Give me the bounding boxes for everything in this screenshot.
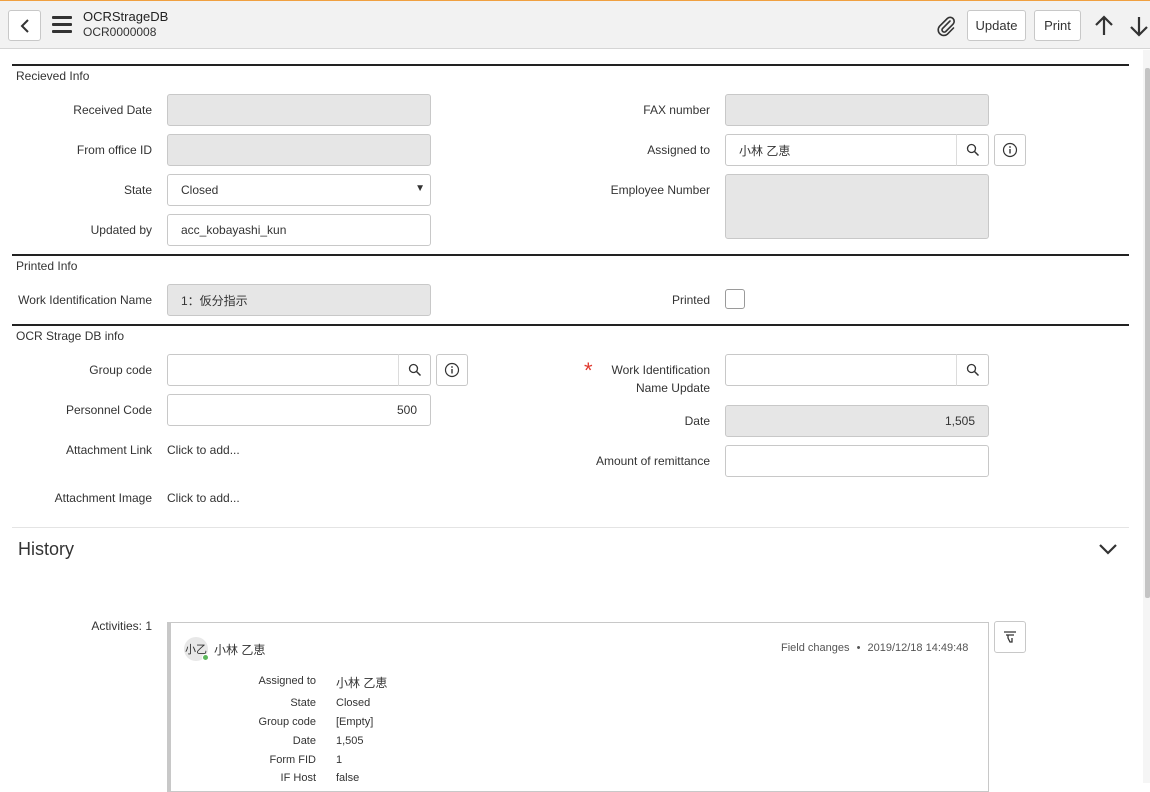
activity-separator: •: [856, 642, 861, 654]
update-button[interactable]: Update: [967, 10, 1026, 41]
assigned-to-lookup-button[interactable]: [956, 134, 989, 166]
section-title-printed-info: Printed Info: [16, 259, 78, 273]
work-id-update-label-line2: Name Update: [635, 381, 710, 395]
updated-by-field[interactable]: acc_kobayashi_kun: [167, 214, 431, 246]
assigned-to-label: Assigned to: [647, 143, 710, 157]
personnel-code-field[interactable]: 500: [167, 394, 431, 426]
updated-by-label: Updated by: [90, 223, 152, 237]
chevron-down-icon[interactable]: [1097, 541, 1119, 557]
section-title-ocr-info: OCR Strage DB info: [16, 329, 125, 343]
activity-field-value: 1,505: [336, 735, 364, 747]
printed-checkbox[interactable]: [725, 289, 745, 309]
work-id-name-label: Work Identification Name: [18, 293, 152, 307]
scrollbar-thumb[interactable]: [1145, 68, 1150, 598]
activity-field-label: IF Host: [280, 772, 316, 784]
presence-indicator: [202, 654, 209, 661]
fax-field[interactable]: [725, 94, 989, 126]
activity-field-value: false: [336, 772, 360, 784]
arrow-down-icon[interactable]: [1128, 15, 1150, 37]
work-id-update-label-line1: Work Identification: [611, 363, 711, 377]
printed-label: Printed: [671, 293, 710, 307]
form-title: OCRStrageDB: [83, 9, 169, 24]
activity-field-label: Group code: [258, 716, 316, 728]
activity-timestamp: 2019/12/18 14:49:48: [867, 642, 969, 654]
info-icon: [1002, 142, 1018, 158]
state-select[interactable]: Closed ▼: [167, 174, 431, 206]
employee-number-field[interactable]: [725, 174, 989, 239]
group-code-label: Group code: [89, 363, 152, 377]
activity-field-value: [Empty]: [336, 716, 374, 728]
group-code-lookup-button[interactable]: [398, 354, 431, 386]
search-icon: [966, 143, 979, 157]
employee-number-label: Employee Number: [610, 183, 710, 197]
section-divider: [12, 324, 1129, 326]
activity-type: Field changes: [781, 642, 850, 654]
info-icon: [444, 362, 460, 378]
search-icon: [966, 363, 979, 377]
record-number: OCR0000008: [83, 25, 157, 39]
activity-field-label: Form FID: [269, 754, 316, 766]
history-divider: [12, 527, 1129, 528]
assigned-to-info-button[interactable]: [994, 134, 1026, 166]
dropdown-caret-icon: ▼: [415, 183, 425, 194]
arrow-up-icon[interactable]: [1093, 15, 1115, 37]
filter-icon: [1004, 631, 1016, 643]
chevron-left-icon: [20, 18, 29, 33]
menu-icon[interactable]: [52, 16, 72, 34]
fax-label: FAX number: [643, 103, 710, 117]
print-button[interactable]: Print: [1034, 10, 1081, 41]
section-divider: [12, 64, 1129, 66]
work-id-update-lookup-button[interactable]: [956, 354, 989, 386]
date-field[interactable]: 1,505: [725, 405, 989, 437]
activity-field-value: 1: [336, 754, 343, 766]
paperclip-icon[interactable]: [935, 15, 957, 37]
attachment-image-add[interactable]: Click to add...: [167, 491, 240, 505]
from-office-label: From office ID: [76, 143, 152, 157]
group-code-field[interactable]: [167, 354, 399, 386]
attachment-link-add[interactable]: Click to add...: [167, 443, 240, 457]
work-id-update-field[interactable]: [725, 354, 957, 386]
history-title: History: [18, 539, 75, 559]
group-code-info-button[interactable]: [436, 354, 468, 386]
received-date-label: Received Date: [73, 103, 152, 117]
activity-field-label: Assigned to: [258, 675, 316, 687]
back-button[interactable]: [8, 10, 41, 41]
activity-field-label: Date: [292, 735, 316, 747]
state-value: Closed: [181, 183, 219, 197]
activity-field-value: Closed: [336, 697, 371, 709]
from-office-field[interactable]: [167, 134, 431, 166]
activity-field-label: State: [290, 697, 316, 709]
activities-label: Activities: 1: [91, 619, 152, 633]
section-title-received-info: Recieved Info: [16, 69, 90, 83]
attachment-image-label: Attachment Image: [54, 491, 152, 505]
work-id-name-field[interactable]: 1：仮分指示: [167, 284, 431, 316]
section-divider: [12, 254, 1129, 256]
remittance-label: Amount of remittance: [595, 454, 710, 468]
personnel-code-label: Personnel Code: [65, 403, 152, 417]
activity-field-value: 小林 乙恵: [336, 676, 388, 690]
activity-user: 小林 乙恵: [214, 643, 266, 657]
search-icon: [408, 363, 421, 377]
remittance-field[interactable]: [725, 445, 989, 477]
received-date-field[interactable]: [167, 94, 431, 126]
activity-meta: Field changes • 2019/12/18 14:49:48: [781, 642, 968, 654]
activity-filter-button[interactable]: [994, 621, 1026, 653]
assigned-to-field[interactable]: 小林 乙恵: [725, 134, 957, 166]
state-label: State: [123, 183, 152, 197]
attachment-link-label: Attachment Link: [65, 443, 152, 457]
form-header: OCRStrageDB OCR0000008 Update Print: [0, 0, 1150, 49]
date-label: Date: [684, 414, 710, 428]
